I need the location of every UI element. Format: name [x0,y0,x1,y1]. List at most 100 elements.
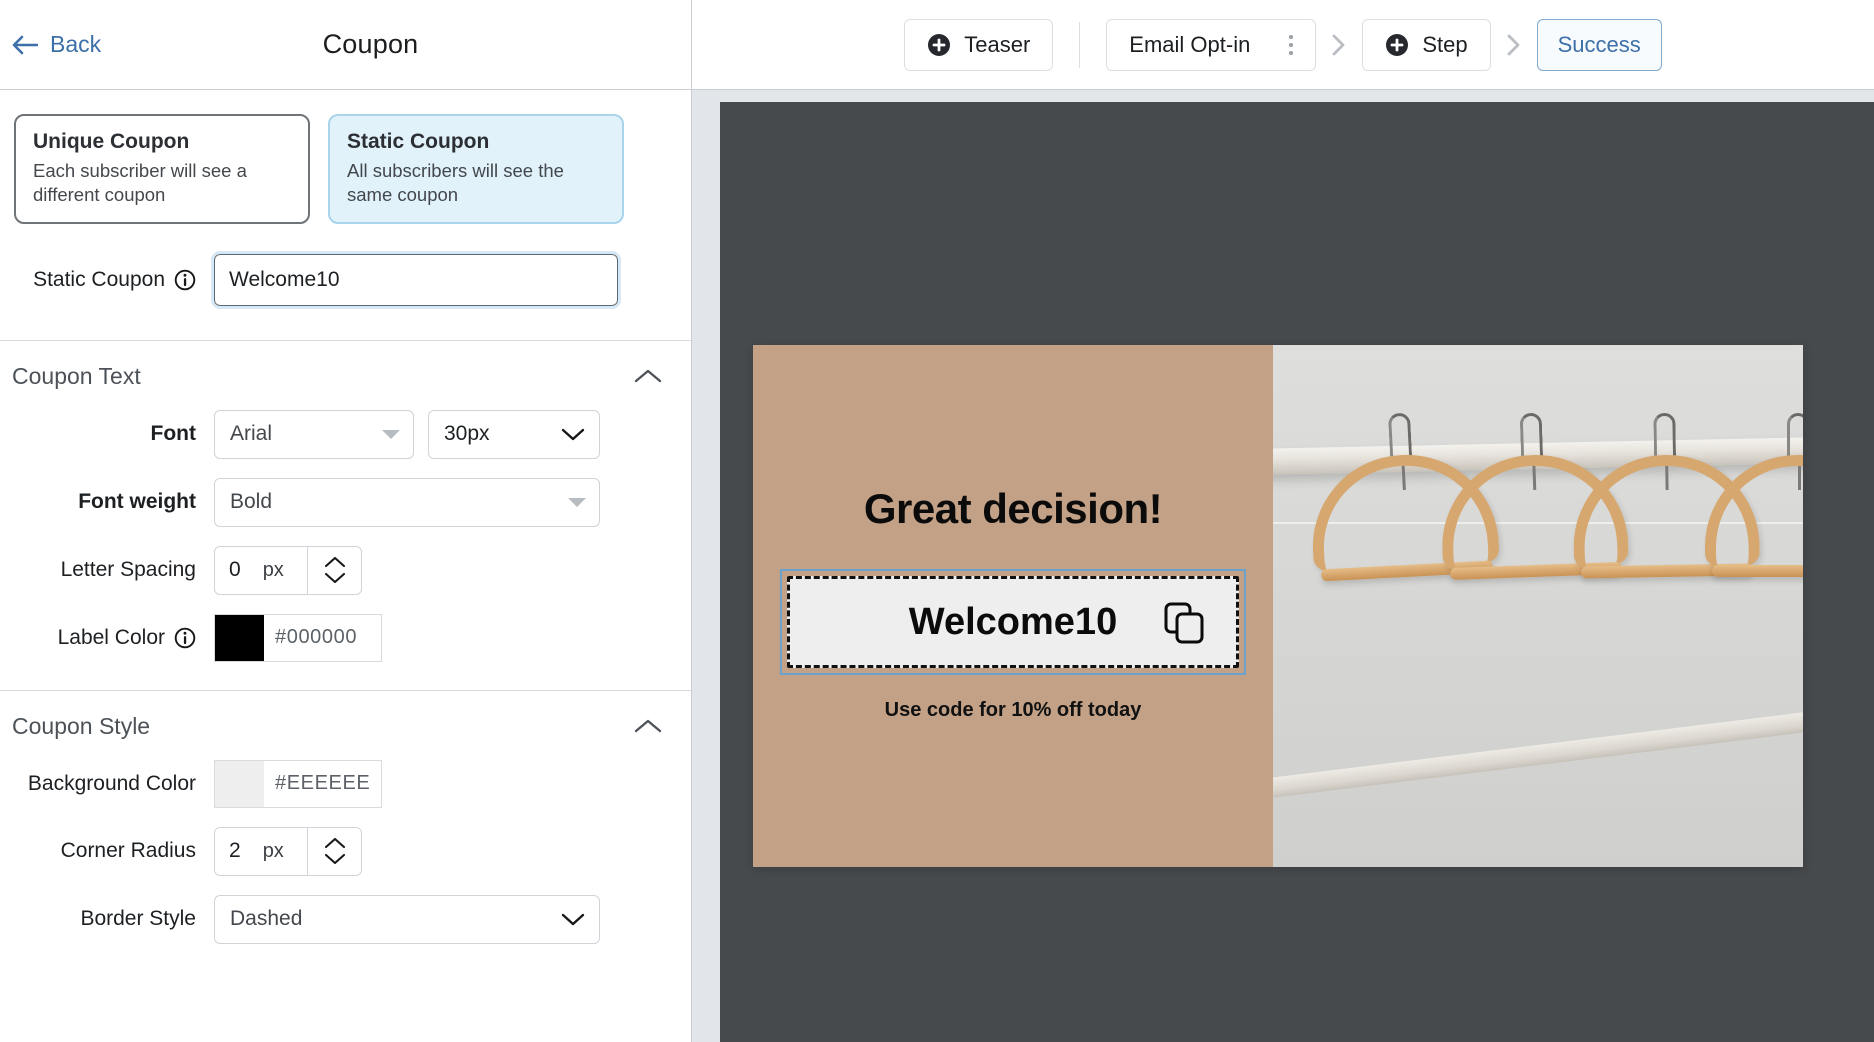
font-family-value: Arial [230,422,272,446]
chevron-down-icon [323,852,347,866]
chevron-down-icon [560,426,586,442]
chevron-up-icon[interactable] [633,717,663,735]
panel-body: Unique Coupon Each subscriber will see a… [0,90,691,944]
font-row: Font Arial 30px [0,410,691,459]
label-color-label: Label Color [58,626,165,650]
preview-stage: Great decision! Welcome10 [692,90,1874,1042]
static-coupon-input[interactable] [214,254,618,306]
chevron-up-icon [323,555,347,569]
coupon-type-unique-description: Each subscriber will see a different cou… [33,159,291,206]
preview-panel: Teaser Email Opt-in [692,0,1874,1042]
info-icon[interactable] [174,627,196,649]
coupon-type-static-description: All subscribers will see the same coupon [347,159,605,206]
border-style-label: Border Style [14,907,214,931]
font-weight-value: Bold [230,490,272,514]
coupon-type-static-card[interactable]: Static Coupon All subscribers will see t… [328,114,624,224]
background-color-label: Background Color [14,772,214,796]
corner-radius-value-wrap[interactable]: 2 px [215,828,307,875]
page-title: Coupon [0,29,691,60]
kebab-menu-icon[interactable] [1289,35,1293,55]
label-color-label-wrap: Label Color [14,626,214,650]
letter-spacing-unit: px [263,559,284,582]
letter-spacing-stepper-arrows[interactable] [307,547,361,594]
static-coupon-label-wrap: Static Coupon [14,268,214,292]
label-color-hex[interactable]: #000000 [264,615,381,661]
coupon-settings-panel: Back Coupon Unique Coupon Each subscribe… [0,0,692,1042]
coupon-element-selection[interactable]: Welcome10 [780,569,1246,675]
teaser-label: Teaser [964,32,1030,58]
step-label: Step [1422,32,1467,58]
panel-header: Back Coupon [0,0,691,90]
hanger-body [1705,455,1803,567]
coupon-type-static-title: Static Coupon [347,129,605,155]
corner-radius-stepper[interactable]: 2 px [214,827,362,876]
step-button[interactable]: Step [1362,19,1490,71]
coupon-style-section-title: Coupon Style [12,713,150,740]
app-root: Back Coupon Unique Coupon Each subscribe… [0,0,1874,1042]
border-style-select[interactable]: Dashed [214,895,600,944]
background-color-field[interactable]: #EEEEEE [214,760,382,808]
copy-icon[interactable] [1162,600,1206,644]
corner-radius-label: Corner Radius [14,839,214,863]
kebab-dot [1289,43,1293,47]
corner-radius-row: Corner Radius 2 px [0,827,691,876]
coupon-type-unique-card[interactable]: Unique Coupon Each subscriber will see a… [14,114,310,224]
chevron-right-icon [1491,31,1537,59]
popup-preview: Great decision! Welcome10 [753,345,1803,867]
coupon-type-unique-title: Unique Coupon [33,129,291,155]
email-optin-label: Email Opt-in [1129,32,1250,58]
font-size-select[interactable]: 30px [428,410,600,459]
label-color-swatch[interactable] [215,615,264,661]
caret-down-icon [382,430,400,439]
lower-rail [1273,706,1803,803]
letter-spacing-value-wrap[interactable]: 0 px [215,547,307,594]
font-weight-row: Font weight Bold [0,478,691,527]
caret-down-icon [568,498,586,507]
coupon-style-section-header[interactable]: Coupon Style [0,691,691,760]
back-arrow-icon [12,35,38,55]
toolbar-divider [1079,22,1080,68]
kebab-dot [1289,35,1293,39]
coupon-text-section-header[interactable]: Coupon Text [0,341,691,410]
email-optin-button[interactable]: Email Opt-in [1106,19,1316,71]
kebab-dot [1289,51,1293,55]
popup-content-side: Great decision! Welcome10 [753,345,1273,867]
step-navigation-bar: Teaser Email Opt-in [692,0,1874,90]
coupon-element[interactable]: Welcome10 [787,576,1239,668]
coupon-text-section-title: Coupon Text [12,363,141,390]
letter-spacing-value: 0 [229,558,241,582]
font-size-value: 30px [444,422,490,446]
success-button[interactable]: Success [1537,19,1662,71]
hanger-bar [1712,565,1803,577]
hanger-icon [1705,455,1803,567]
back-button[interactable]: Back [12,31,101,58]
background-color-hex[interactable]: #EEEEEE [264,761,381,807]
popup-backdrop: Great decision! Welcome10 [720,102,1874,1042]
plus-circle-icon [927,33,951,57]
letter-spacing-stepper[interactable]: 0 px [214,546,362,595]
success-label: Success [1558,32,1641,58]
corner-radius-stepper-arrows[interactable] [307,828,361,875]
font-label: Font [14,422,214,446]
label-color-field[interactable]: #000000 [214,614,382,662]
chevron-up-icon [323,836,347,850]
chevron-down-icon [560,911,586,927]
chevron-up-icon[interactable] [633,367,663,385]
font-family-select[interactable]: Arial [214,410,414,459]
hanger-photo [1273,345,1803,867]
info-icon[interactable] [174,269,196,291]
background-color-swatch[interactable] [215,761,264,807]
back-label: Back [50,31,101,58]
chevron-down-icon [323,571,347,585]
popup-image-side [1273,345,1803,867]
teaser-button[interactable]: Teaser [904,19,1053,71]
letter-spacing-row: Letter Spacing 0 px [0,546,691,595]
font-weight-select[interactable]: Bold [214,478,600,527]
popup-subtext: Use code for 10% off today [885,699,1142,722]
letter-spacing-label: Letter Spacing [14,558,214,582]
background-color-row: Background Color #EEEEEE [0,760,691,808]
popup-heading: Great decision! [864,485,1162,533]
corner-radius-unit: px [263,840,284,863]
coupon-type-selector: Unique Coupon Each subscriber will see a… [0,90,691,254]
border-style-value: Dashed [230,907,302,931]
